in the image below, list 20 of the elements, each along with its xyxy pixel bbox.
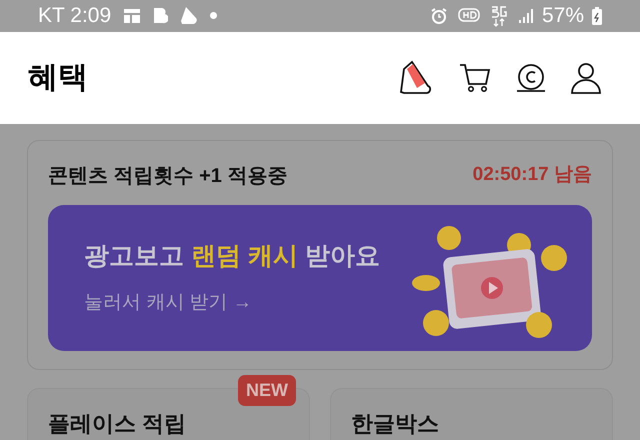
alarm-icon <box>430 6 448 25</box>
network-5g-icon <box>490 4 508 27</box>
carrier-time: KT 2:09 <box>38 3 112 29</box>
app-b-icon <box>153 7 168 24</box>
banner-headline: 광고보고 랜덤 캐시 받아요 <box>84 240 380 272</box>
new-badge: NEW <box>238 374 296 406</box>
banner-cta: 눌러서 캐시 받기 → <box>84 291 253 315</box>
promo-title: 콘텐츠 적립횟수 +1 적용중 <box>48 164 288 188</box>
news-icon <box>123 8 142 24</box>
user-icon[interactable] <box>570 60 602 94</box>
timer-text: 02:50:17 남음 <box>472 163 592 188</box>
battery-charging-icon <box>592 6 602 25</box>
hd-voice-icon <box>458 6 480 25</box>
ad-banner[interactable]: 광고보고 랜덤 캐시 받아요 눌러서 캐시 받기 → <box>48 204 592 350</box>
feature-card[interactable]: 한글박스 <box>330 388 613 440</box>
battery-percent: 57% <box>542 3 584 29</box>
card-title: 플레이스 적립 <box>48 410 186 436</box>
page-title: 혜택 <box>28 60 88 96</box>
signal-icon <box>518 8 534 24</box>
card-title: 한글박스 <box>351 410 439 436</box>
